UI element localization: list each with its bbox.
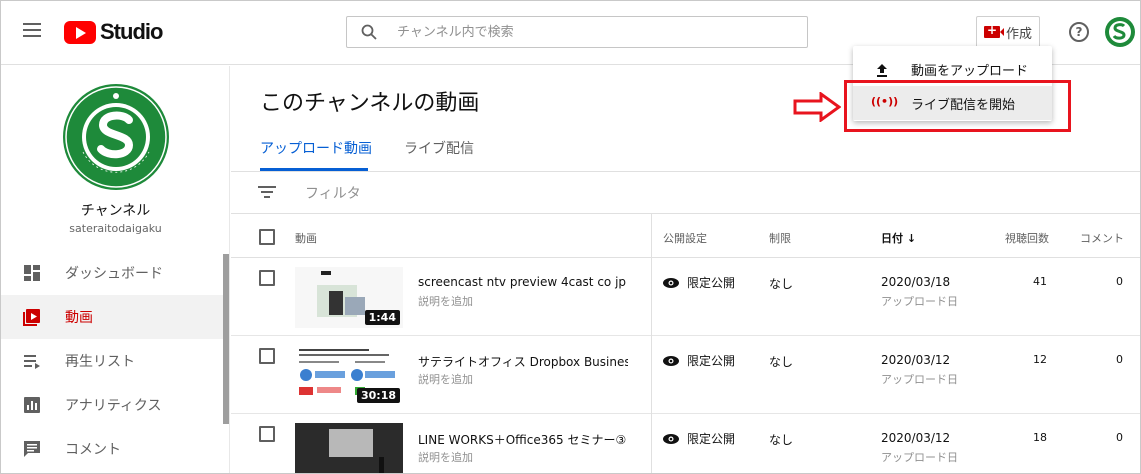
visibility-label: 限定公開 bbox=[687, 354, 736, 368]
views-value: 18 bbox=[1033, 431, 1047, 444]
account-avatar[interactable] bbox=[1104, 16, 1136, 48]
table-row[interactable]: LINE WORKS＋Office365 セミナー③ 説明を追加 限定公開 なし… bbox=[231, 414, 1140, 473]
video-duration: 1:44 bbox=[364, 310, 400, 325]
sidebar-item-analytics[interactable]: アナリティクス bbox=[1, 383, 226, 427]
thumbnail-image bbox=[295, 423, 403, 473]
dashboard-icon bbox=[24, 265, 40, 281]
sidebar-item-label: 再生リスト bbox=[65, 354, 135, 370]
video-thumbnail[interactable]: 1:44 bbox=[295, 267, 403, 328]
playlist-icon bbox=[24, 355, 40, 369]
analytics-icon bbox=[24, 397, 40, 413]
header-date-label: 日付 bbox=[881, 232, 903, 245]
video-description[interactable]: 説明を追加 bbox=[418, 293, 473, 309]
divider bbox=[231, 213, 1140, 214]
views-value: 12 bbox=[1033, 353, 1047, 366]
sidebar-item-label: コメント bbox=[65, 442, 121, 458]
visibility-selector[interactable]: 限定公開 bbox=[663, 274, 735, 291]
table-row[interactable]: 30:18 サテライトオフィス Dropbox Busines... 説明を追加… bbox=[231, 336, 1140, 414]
tab-uploads[interactable]: アップロード動画 bbox=[260, 138, 372, 158]
date-label: アップロード日 bbox=[881, 295, 958, 308]
annotation-highlight-box bbox=[844, 80, 1071, 132]
sidebar-item-comments[interactable]: コメント bbox=[1, 427, 226, 471]
help-icon[interactable]: ? bbox=[1069, 22, 1089, 42]
visibility-label: 限定公開 bbox=[687, 276, 736, 290]
visibility-selector[interactable]: 限定公開 bbox=[663, 430, 735, 447]
row-checkbox[interactable] bbox=[259, 426, 275, 442]
video-title[interactable]: サテライトオフィス Dropbox Busines... bbox=[418, 353, 628, 370]
eye-icon bbox=[663, 277, 679, 288]
comments-value: 0 bbox=[1116, 431, 1123, 444]
channel-label: チャンネル bbox=[80, 203, 151, 219]
date-value: 2020/03/12 bbox=[881, 431, 951, 445]
menu-icon[interactable] bbox=[23, 23, 41, 37]
date-label: アップロード日 bbox=[881, 451, 958, 464]
search-icon bbox=[361, 24, 377, 40]
menu-item-label: 動画をアップロード bbox=[911, 64, 1029, 79]
header-views[interactable]: 視聴回数 bbox=[1005, 230, 1049, 246]
eye-icon bbox=[663, 355, 679, 366]
annotation-arrow-icon bbox=[793, 92, 841, 122]
header-visibility[interactable]: 公開設定 bbox=[663, 230, 707, 246]
video-description[interactable]: 説明を追加 bbox=[418, 449, 473, 465]
visibility-label: 限定公開 bbox=[687, 432, 736, 446]
video-camera-add-icon bbox=[983, 23, 1004, 38]
divider bbox=[231, 171, 1140, 172]
date-label: アップロード日 bbox=[881, 373, 958, 386]
channel-handle: sateraitodaigaku bbox=[69, 222, 162, 235]
comments-icon bbox=[24, 441, 40, 457]
sidebar-item-dashboard[interactable]: ダッシュボード bbox=[1, 251, 226, 295]
sidebar-item-label: 動画 bbox=[65, 310, 93, 326]
video-title[interactable]: screencast ntv preview 4cast co jp 20... bbox=[418, 275, 628, 289]
filter-input[interactable]: フィルタ bbox=[305, 183, 361, 203]
app-window: Studio 作成 ? bbox=[0, 0, 1141, 474]
studio-logo[interactable]: Studio bbox=[64, 19, 163, 45]
header-comments[interactable]: コメント bbox=[1080, 230, 1124, 246]
sidebar-scrollbar[interactable] bbox=[223, 254, 229, 424]
sidebar-item-label: ダッシュボード bbox=[65, 266, 163, 282]
date-value: 2020/03/18 bbox=[881, 275, 951, 289]
video-duration: 30:18 bbox=[356, 388, 400, 403]
sidebar: チャンネル sateraitodaigaku ダッシュボード 動画 再生リスト bbox=[1, 66, 230, 473]
column-divider bbox=[651, 214, 652, 473]
header-date[interactable]: 日付 ↓ bbox=[881, 230, 916, 246]
sidebar-item-videos[interactable]: 動画 bbox=[1, 295, 226, 339]
video-thumbnail[interactable]: 30:18 bbox=[295, 345, 403, 406]
videos-icon bbox=[23, 309, 40, 326]
eye-icon bbox=[663, 433, 679, 444]
page-title: このチャンネルの動画 bbox=[260, 91, 480, 116]
upload-icon bbox=[877, 64, 887, 77]
search-input[interactable] bbox=[397, 17, 797, 47]
date-value: 2020/03/12 bbox=[881, 353, 951, 367]
header-video: 動画 bbox=[295, 232, 317, 245]
restrictions-value: なし bbox=[769, 433, 794, 447]
filter-icon[interactable] bbox=[258, 185, 276, 199]
comments-value: 0 bbox=[1116, 353, 1123, 366]
search-box[interactable] bbox=[346, 16, 808, 48]
visibility-selector[interactable]: 限定公開 bbox=[663, 352, 735, 369]
restrictions-value: なし bbox=[769, 277, 794, 291]
video-description[interactable]: 説明を追加 bbox=[418, 371, 473, 387]
tab-live[interactable]: ライブ配信 bbox=[404, 138, 474, 158]
comments-value: 0 bbox=[1116, 275, 1123, 288]
create-button-label: 作成 bbox=[1005, 26, 1032, 42]
restrictions-value: なし bbox=[769, 355, 794, 369]
youtube-play-icon bbox=[64, 20, 96, 44]
sidebar-item-label: アナリティクス bbox=[65, 398, 162, 414]
channel-avatar[interactable] bbox=[61, 82, 171, 192]
sort-down-icon: ↓ bbox=[906, 232, 917, 245]
logo-text: Studio bbox=[100, 19, 163, 44]
row-checkbox[interactable] bbox=[259, 348, 275, 364]
video-title[interactable]: LINE WORKS＋Office365 セミナー③ bbox=[418, 431, 628, 448]
header-restrictions[interactable]: 制限 bbox=[769, 230, 791, 246]
video-thumbnail[interactable] bbox=[295, 423, 403, 473]
table-row[interactable]: 1:44 screencast ntv preview 4cast co jp … bbox=[231, 258, 1140, 336]
row-checkbox[interactable] bbox=[259, 270, 275, 286]
select-all-checkbox[interactable] bbox=[259, 229, 275, 245]
views-value: 41 bbox=[1033, 275, 1047, 288]
create-button[interactable]: 作成 bbox=[976, 16, 1040, 48]
sidebar-item-playlists[interactable]: 再生リスト bbox=[1, 339, 226, 383]
